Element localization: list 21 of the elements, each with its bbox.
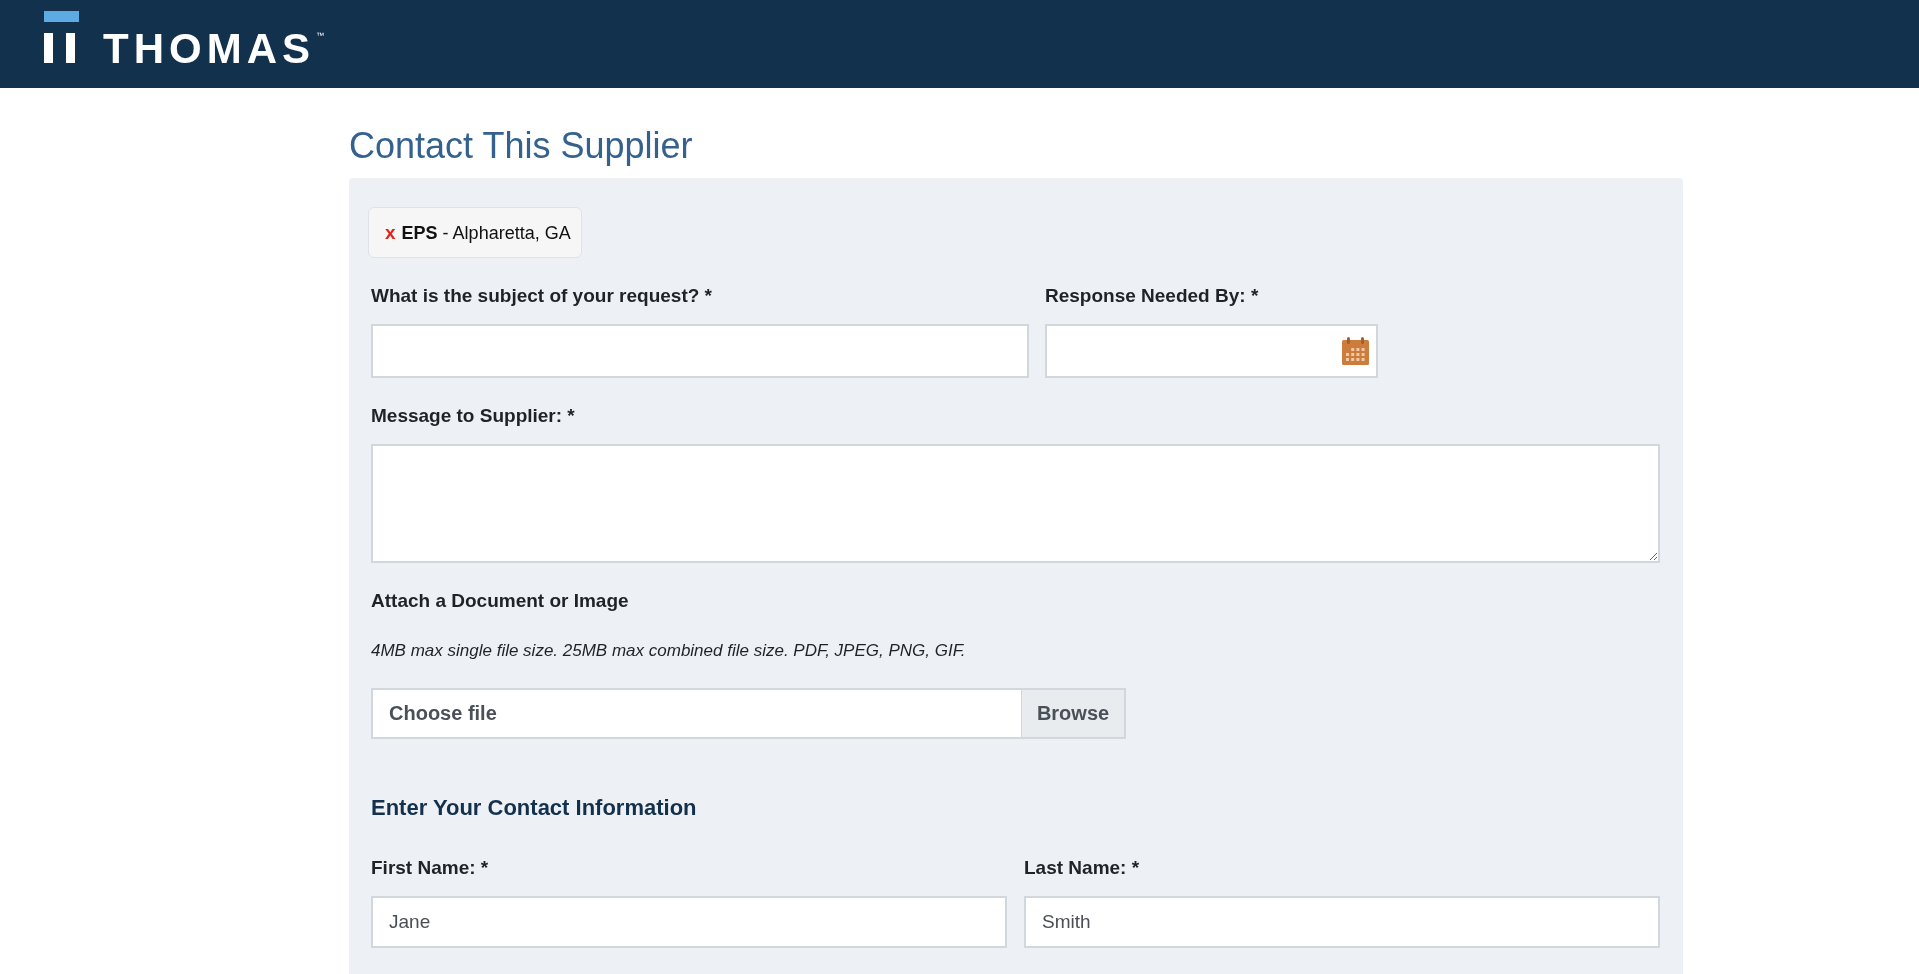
page-title: Contact This Supplier [349,124,694,168]
logo-wordmark[interactable]: THOMAS [103,28,315,70]
trademark-symbol: ™ [316,32,324,40]
remove-button[interactable]: x [385,221,396,244]
field-label: What is the subject of your request? * [371,284,713,308]
date-input[interactable] [1045,324,1378,378]
field-label: First Name: * [371,856,490,880]
field-label: Response Needed By: * [1045,284,1260,308]
supplier-label: EPS - Alpharetta, GA [401,221,571,244]
file-size-hint: 4MB max single file size. 25MB max combined file size. PDF, JPEG, PNG, GIF. [371,640,967,662]
text-input[interactable]: Jane [371,896,1007,948]
text-input[interactable]: Smith [1024,896,1660,948]
calendar-icon[interactable] [1342,337,1369,365]
field-label: Message to Supplier: * [371,404,576,428]
browse-button[interactable]: Browse [1021,688,1126,739]
field-label: Attach a Document or Image [371,589,630,613]
file-input[interactable]: Choose file [371,688,1021,739]
field-label: Last Name: * [1024,856,1141,880]
logo-mark-icon[interactable] [44,11,79,63]
text-input[interactable] [371,324,1029,378]
section-heading: Enter Your Contact Information [371,794,698,822]
